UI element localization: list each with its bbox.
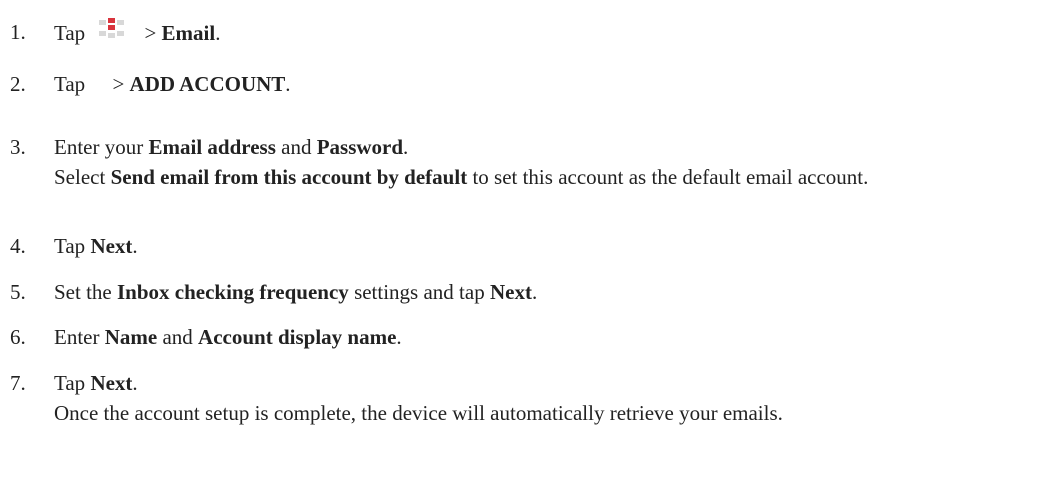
punct: . (396, 325, 402, 349)
punct: . (215, 21, 221, 45)
text-part: Tap (54, 234, 91, 258)
punct: . (403, 135, 409, 159)
step-number: 1. (10, 20, 26, 44)
step-text: Tap > Email. (54, 18, 220, 47)
step-7-note: Once the account setup is complete, the … (54, 399, 1039, 427)
punct: . (132, 234, 138, 258)
punct: . (531, 280, 538, 304)
text-part: settings and tap (348, 280, 490, 304)
step-bold: ADD ACCOUNT (129, 72, 286, 96)
punct: . (285, 72, 291, 96)
text-part: Enter (54, 325, 105, 349)
separator: > (107, 72, 130, 96)
step-bold: Next (489, 280, 532, 304)
step-bold: Inbox checking frequency (117, 280, 349, 304)
menu-icon (85, 71, 107, 91)
text-part: Set the (54, 280, 117, 304)
step-text: Tap Next. (54, 232, 138, 260)
text-part: Once the account setup is complete, the … (54, 401, 783, 425)
step-number: 3. (10, 135, 26, 159)
step-number: 5. (10, 280, 26, 304)
step-bold: Email (161, 21, 216, 45)
text-part: Tap (54, 371, 91, 395)
step-text: Tap Next. (54, 369, 138, 397)
step-bold: Account display name (198, 325, 397, 349)
step-text: Enter your Email address and Password. (54, 133, 408, 161)
step-number: 4. (10, 234, 26, 258)
step-text: Tap > ADD ACCOUNT. (54, 70, 291, 98)
punct: . (132, 371, 138, 395)
step-text: Set the Inbox checking frequency setting… (54, 278, 537, 306)
step-bold: Password (316, 135, 404, 159)
text-part: to set this account as the default email… (467, 165, 869, 189)
step-verb: Tap (54, 72, 86, 96)
text-part: and (157, 325, 199, 349)
step-number: 6. (10, 325, 26, 349)
step-verb: Tap (54, 21, 86, 45)
step-number: 2. (10, 72, 26, 96)
step-bold: Name (104, 325, 158, 349)
step-bold: Next (90, 371, 133, 395)
step-text: Enter Name and Account display name. (54, 323, 402, 351)
apps-grid-icon (99, 18, 133, 42)
separator: > (139, 21, 162, 45)
text-part: Enter your (54, 135, 149, 159)
step-bold: Next (90, 234, 133, 258)
step-number: 7. (10, 371, 26, 395)
text-part: Select (54, 165, 111, 189)
text-part: and (275, 135, 317, 159)
step-3-note: Select Send email from this account by d… (54, 163, 1039, 191)
step-bold: Email address (148, 135, 276, 159)
note-bold: Send email from this account by default (110, 165, 468, 189)
